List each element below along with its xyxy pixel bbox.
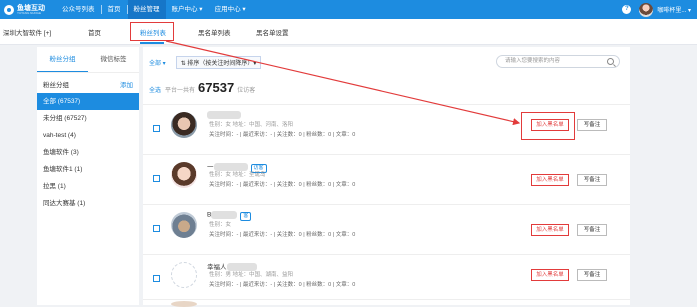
fan-info: 性别：女 地址：中国、河南、洛阳 <box>209 122 294 128</box>
group-list-title: 粉丝分组 <box>43 82 69 89</box>
active-tab-indicator <box>140 42 164 44</box>
nav-official-accounts[interactable]: 公众号列表 <box>56 0 101 19</box>
fan-info: 性别：男 地址：中国、湖南、益阳 <box>209 272 294 278</box>
row-checkbox[interactable] <box>153 275 160 282</box>
fish-logo-icon <box>4 4 14 15</box>
group-item-vah-test[interactable]: vah-test (4) <box>37 127 139 144</box>
add-to-blacklist-button[interactable]: 加入黑名单 <box>531 174 569 186</box>
fan-name[interactable] <box>207 111 241 119</box>
page-background <box>630 47 697 305</box>
tab-fan-groups[interactable]: 粉丝分组 <box>37 47 88 72</box>
row-checkbox[interactable] <box>153 225 160 232</box>
user-area: ? 咖啡杯里... ▾ <box>622 0 691 19</box>
fan-avatar[interactable] <box>171 112 197 138</box>
group-item-all[interactable]: 全部 (67537) <box>37 93 139 110</box>
fan-avatar[interactable] <box>171 162 197 188</box>
fan-count: 67537 <box>198 80 235 95</box>
fan-row: B客 性别：女 关注时间：- | 最近来访：- | 关注数：0 | 粉丝数：0 … <box>143 204 630 254</box>
add-group-button[interactable]: 添加 <box>120 79 133 89</box>
add-to-blacklist-button[interactable]: 加入黑名单 <box>531 224 569 236</box>
tab-wechat-tags[interactable]: 微信标签 <box>88 47 139 72</box>
tab-blacklist[interactable]: 黑名单列表 <box>198 27 231 37</box>
search-placeholder: 请输入您要搜索的内容 <box>505 58 561 64</box>
nav-app-center[interactable]: 应用中心 ▾ <box>209 0 252 19</box>
redacted-name <box>211 211 238 219</box>
count-prefix: 平台一共有 <box>165 88 196 94</box>
fan-stats: 关注时间：- | 最近来访：- | 关注数：0 | 粉丝数：0 | 文章：0 <box>209 132 356 138</box>
group-item-yutang[interactable]: 鱼塘软件 (3) <box>37 144 139 161</box>
group-item-ungrouped[interactable]: 未分组 (67527) <box>37 110 139 127</box>
write-remark-button[interactable]: 写备注 <box>577 119 607 131</box>
fan-list-tab-highlight <box>130 22 174 41</box>
fan-avatar[interactable] <box>171 212 197 238</box>
fan-stats: 关注时间：- | 最近来访：- | 关注数：0 | 粉丝数：0 | 文章：0 <box>209 232 356 238</box>
fan-row <box>143 299 630 307</box>
account-switcher[interactable]: 深圳大智软件 [+] <box>3 27 51 37</box>
row-checkbox[interactable] <box>153 175 160 182</box>
logo-subtitle: YUTANG NUDGE <box>17 10 41 15</box>
fan-stats: 关注时间：- | 最近来访：- | 关注数：0 | 粉丝数：0 | 文章：0 <box>209 182 356 188</box>
sidebar-tabs: 粉丝分组 微信标签 <box>37 47 139 73</box>
visitor-tag: 客 <box>240 211 252 221</box>
fan-avatar[interactable] <box>171 262 197 288</box>
fan-row: 幸福人 性别：男 地址：中国、湖南、益阳 关注时间：- | 最近来访：- | 关… <box>143 254 630 304</box>
write-remark-button[interactable]: 写备注 <box>577 174 607 186</box>
group-item-contest[interactable]: 同达大赛基 (1) <box>37 195 139 212</box>
row-checkbox[interactable] <box>153 125 160 132</box>
app-logo[interactable]: 鱼塘互动 YUTANG NUDGE <box>4 4 56 15</box>
group-list-header: 粉丝分组 添加 <box>37 73 139 93</box>
fan-stats: 关注时间：- | 最近来访：- | 关注数：0 | 粉丝数：0 | 文章：0 <box>209 282 356 288</box>
user-avatar[interactable] <box>639 2 654 17</box>
count-suffix: 位访客 <box>237 88 256 94</box>
group-item-yutang1[interactable]: 鱼塘软件1 (1) <box>37 161 139 178</box>
main-nav: 公众号列表 首页 粉丝管理 账户中心 ▾ 应用中心 ▾ <box>56 0 252 19</box>
filter-row: 全部 ▾ ⇅ 排序（按关注时间降序）▾ <box>149 56 262 69</box>
blacklist-button-highlight <box>521 112 575 140</box>
redacted-name <box>207 111 241 119</box>
fan-row: 一访客 性别：女 地址：圣诞岛 关注时间：- | 最近来访：- | 关注数：0 … <box>143 154 630 204</box>
nav-fan-management[interactable]: 粉丝管理 <box>127 0 166 19</box>
add-to-blacklist-button[interactable]: 加入黑名单 <box>531 269 569 281</box>
fan-info: 性别：女 地址：圣诞岛 <box>209 172 266 178</box>
fan-info: 性别：女 <box>209 222 232 228</box>
nav-home[interactable]: 首页 <box>102 0 127 19</box>
group-item-blocked[interactable]: 拉黑 (1) <box>37 178 139 195</box>
write-remark-button[interactable]: 写备注 <box>577 224 607 236</box>
tab-blacklist-settings[interactable]: 黑名单设置 <box>256 27 289 37</box>
search-input[interactable]: 请输入您要搜索的内容 <box>496 55 620 68</box>
write-remark-button[interactable]: 写备注 <box>577 269 607 281</box>
select-all-link[interactable]: 全选 <box>149 85 161 94</box>
help-icon[interactable]: ? <box>622 5 632 14</box>
sort-dropdown[interactable]: ⇅ 排序（按关注时间降序）▾ <box>175 56 262 69</box>
filter-dropdown[interactable]: 全部 ▾ <box>149 58 166 67</box>
search-icon[interactable] <box>607 58 614 65</box>
sub-navigation-bar: 深圳大智软件 [+] 首页 粉丝列表 黑名单列表 黑名单设置 <box>0 19 697 45</box>
fan-avatar[interactable] <box>171 301 197 307</box>
tab-home[interactable]: 首页 <box>88 27 101 37</box>
user-menu[interactable]: 咖啡杯里... ▾ <box>657 5 691 14</box>
top-navigation-bar: 鱼塘互动 YUTANG NUDGE 公众号列表 首页 粉丝管理 账户中心 ▾ 应… <box>0 0 697 19</box>
fan-list-panel: 全部 ▾ ⇅ 排序（按关注时间降序）▾ 请输入您要搜索的内容 全选 平台一共有 … <box>143 47 630 307</box>
group-sidebar: 粉丝分组 微信标签 粉丝分组 添加 全部 (67537) 未分组 (67527)… <box>37 47 139 305</box>
fan-count-summary: 全选 平台一共有 67537 位访客 <box>149 80 255 95</box>
nav-account-center[interactable]: 账户中心 ▾ <box>166 0 209 19</box>
